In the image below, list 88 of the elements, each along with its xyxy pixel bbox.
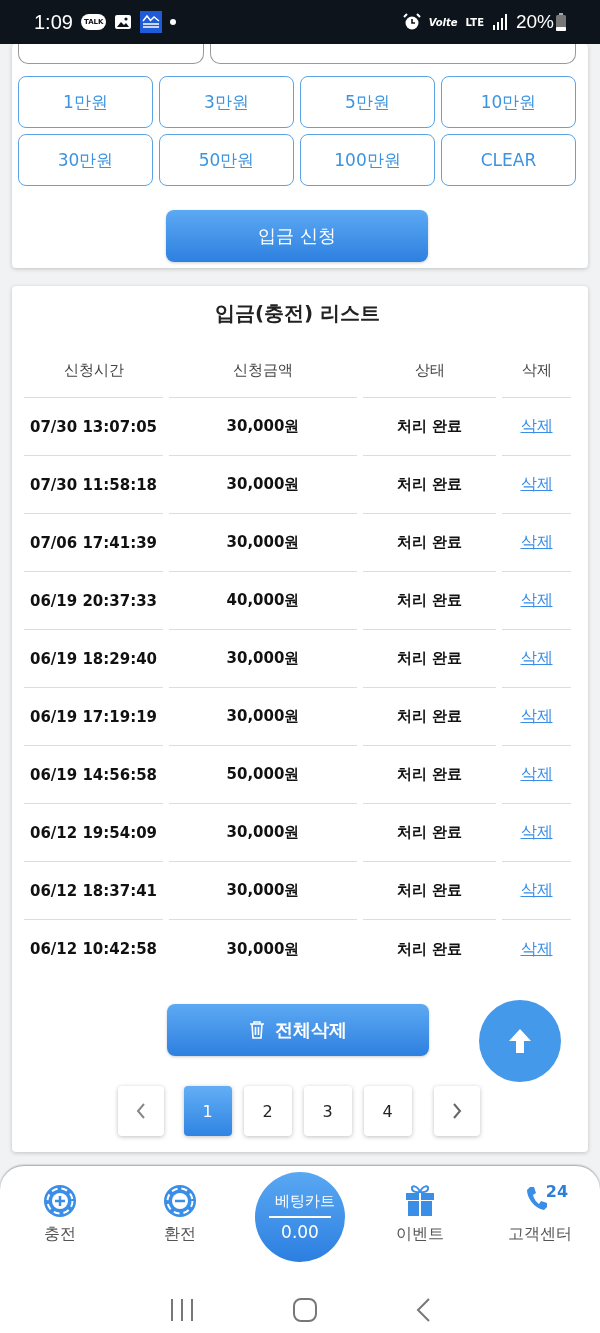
- page-button[interactable]: 3: [303, 1086, 352, 1136]
- table-cell: 07/06 17:41:39: [24, 514, 163, 572]
- table-cell: 07/30 11:58:18: [24, 456, 163, 514]
- nav-item[interactable]: 환전: [135, 1184, 225, 1245]
- phone-icon: [525, 1184, 548, 1212]
- delete-link[interactable]: 삭제: [520, 880, 553, 899]
- table-cell-text: 06/12 10:42:58: [28, 939, 159, 960]
- table-cell: 처리 완료: [363, 398, 496, 456]
- page-button[interactable]: 2: [243, 1086, 292, 1136]
- volte-indicator: Volte: [428, 16, 458, 28]
- table-cell: 처리 완료: [363, 572, 496, 630]
- delete-link[interactable]: 삭제: [520, 590, 553, 609]
- nav-item[interactable]: 24 고객센터: [495, 1184, 585, 1245]
- recent-apps-icon[interactable]: [169, 1299, 194, 1321]
- table-cell: 30,000원: [169, 456, 357, 514]
- column-header: 삭제: [502, 336, 571, 398]
- delete-link[interactable]: 삭제: [520, 764, 553, 783]
- table-cell: 06/12 18:37:41: [24, 862, 163, 920]
- delete-link[interactable]: 삭제: [520, 474, 553, 493]
- nav-item[interactable]: 충전: [15, 1184, 105, 1245]
- chevron-left-icon: [135, 1103, 146, 1119]
- page-button[interactable]: 1: [183, 1086, 232, 1136]
- table-cell: 처리 완료: [363, 746, 496, 804]
- table-cell: 30,000원: [169, 688, 357, 746]
- table-cell: 06/19 17:19:19: [24, 688, 163, 746]
- table-cell: 06/19 20:37:33: [24, 572, 163, 630]
- table-cell-text: 처리 완료: [395, 938, 464, 960]
- network-indicator: LTE: [465, 16, 484, 28]
- chevron-right-icon: [451, 1103, 462, 1119]
- dot-icon: [170, 19, 177, 25]
- table-cell: 처리 완료: [363, 630, 496, 688]
- table-cell: 50,000원: [169, 746, 357, 804]
- table-cell: 40,000원: [169, 572, 357, 630]
- plus-chip-icon: [43, 1184, 77, 1218]
- up-arrow-icon: [509, 1029, 531, 1053]
- delete-all-button[interactable]: 전체삭제: [166, 1004, 429, 1056]
- trash-icon: [248, 1021, 265, 1039]
- table-cell: 06/12 19:54:09: [24, 804, 163, 862]
- page-button[interactable]: 4: [363, 1086, 412, 1136]
- deposit-request-button[interactable]: 입금 신청: [166, 210, 428, 262]
- column-header: 신청시간: [24, 336, 163, 398]
- amount-button[interactable]: 50만원: [159, 134, 294, 186]
- amount-button[interactable]: 100만원: [300, 134, 435, 186]
- delete-link[interactable]: 삭제: [520, 416, 553, 435]
- table-cell: 처리 완료: [363, 456, 496, 514]
- table-cell: 30,000원: [169, 862, 357, 920]
- table-cell: 07/30 13:07:05: [24, 398, 163, 456]
- amount-button[interactable]: CLEAR: [441, 134, 576, 186]
- hours-label: 24: [545, 1184, 569, 1200]
- input-field[interactable]: [210, 44, 576, 64]
- table-cell: 처리 완료: [363, 514, 496, 572]
- table-cell: 처리 완료: [363, 862, 496, 920]
- clock: 1:09: [34, 10, 73, 34]
- minus-chip-icon: [163, 1184, 197, 1218]
- column-header: 상태: [363, 336, 496, 398]
- table-cell: 30,000원: [169, 630, 357, 688]
- select-field[interactable]: [18, 44, 204, 64]
- home-icon[interactable]: [293, 1298, 317, 1322]
- table-cell: 30,000원: [169, 514, 357, 572]
- table-cell: 30,000원: [169, 804, 357, 862]
- back-icon[interactable]: [416, 1298, 431, 1322]
- table-cell: 06/19 18:29:40: [24, 630, 163, 688]
- list-title: 입금(충전) 리스트: [213, 300, 382, 327]
- delete-link[interactable]: 삭제: [520, 706, 553, 725]
- column-header: 신청금액: [169, 336, 357, 398]
- image-icon: [114, 14, 133, 30]
- delete-link[interactable]: 삭제: [520, 532, 553, 551]
- battery-level: 20%: [515, 11, 554, 33]
- table-cell: 처리 완료: [363, 688, 496, 746]
- gift-icon: [405, 1184, 435, 1216]
- amount-button[interactable]: 5만원: [300, 76, 435, 128]
- table-cell: 처리 완료: [363, 804, 496, 862]
- delete-link[interactable]: 삭제: [520, 822, 553, 841]
- delete-link[interactable]: 삭제: [520, 938, 553, 958]
- amount-button[interactable]: 1만원: [18, 76, 153, 128]
- table-cell-text: 30,000원: [225, 938, 301, 960]
- signal-icon: [491, 14, 508, 30]
- alarm-icon: [402, 13, 421, 31]
- table-cell: 30,000원: [169, 398, 357, 456]
- amount-button[interactable]: 30만원: [18, 134, 153, 186]
- amount-button[interactable]: 10만원: [441, 76, 576, 128]
- table-cell: 06/19 14:56:58: [24, 746, 163, 804]
- delete-link[interactable]: 삭제: [520, 648, 553, 667]
- app-icon: [140, 11, 163, 33]
- nav-item[interactable]: 이벤트: [375, 1184, 465, 1245]
- battery-icon: [556, 13, 566, 31]
- amount-button[interactable]: 3만원: [159, 76, 294, 128]
- betting-cart-button[interactable]: 베팅카트 0.00: [255, 1172, 345, 1262]
